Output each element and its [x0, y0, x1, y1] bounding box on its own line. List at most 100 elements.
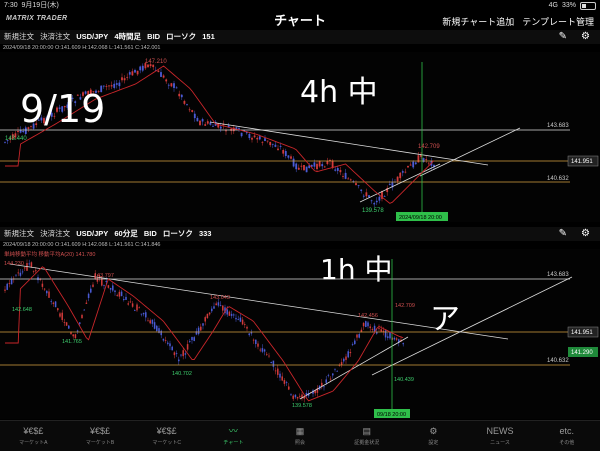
chart2-legend: 単純移動平均 移動平均A(20) 141.780 — [4, 250, 95, 258]
chart2-handwriting-note: 1h 中 — [320, 253, 392, 286]
chart2-new-order-button[interactable]: 新規注文 — [4, 229, 34, 238]
candle-body — [336, 370, 338, 372]
candle-body — [167, 84, 170, 86]
candle-body — [219, 126, 222, 129]
candle-body — [65, 322, 68, 326]
chart1-side-select[interactable]: BID — [147, 32, 160, 41]
candle-body — [199, 120, 201, 126]
tab-market-a[interactable]: ¥€$£ マーケットA — [0, 421, 67, 451]
candle-body — [326, 161, 329, 165]
gear-icon: ⚙ — [429, 426, 438, 436]
candle-body — [396, 176, 399, 182]
candle-body — [388, 183, 391, 185]
candle-body — [268, 355, 270, 357]
chart1-label-high: 147.210 — [145, 59, 167, 65]
chart1-canvas[interactable]: 9/19 4h 中 143.440 147.210 142.709 139.57… — [0, 52, 600, 222]
chart1-period-select[interactable]: 4時間足 — [114, 32, 141, 41]
candle-body — [134, 69, 136, 73]
candle-body — [266, 353, 268, 355]
tab-label: 設定 — [428, 440, 439, 446]
tab-news[interactable]: NEWS ニュース — [467, 421, 534, 451]
candle-body — [258, 136, 261, 140]
candle-body — [294, 394, 297, 398]
candle-body — [112, 285, 114, 291]
candle-body — [136, 304, 138, 311]
candle-body — [263, 349, 266, 352]
candle-body — [375, 200, 378, 203]
chart2-settle-order-button[interactable]: 決済注文 — [40, 229, 70, 238]
candle-body — [57, 308, 59, 311]
tab-inquiry[interactable]: ▦ 照会 — [267, 421, 334, 451]
chart2-pair-select[interactable]: USD/JPY — [76, 229, 108, 238]
candle-body — [347, 351, 349, 358]
template-button[interactable]: テンプレート管理 — [522, 15, 594, 28]
candle-body — [362, 195, 365, 197]
chart1-label-low: 139.578 — [362, 208, 384, 214]
candle-body — [290, 156, 292, 159]
chart2-side-select[interactable]: BID — [144, 229, 157, 238]
candle-body — [272, 360, 275, 367]
candle-body — [283, 380, 286, 384]
tab-market-b[interactable]: ¥€$£ マーケットB — [67, 421, 134, 451]
status-bar: 7:30 9月19日(木) 4G 33% — [0, 0, 600, 12]
candle-body — [217, 123, 220, 128]
candle-body — [257, 343, 259, 347]
candle-body — [225, 130, 227, 132]
candle-body — [191, 337, 193, 341]
chart2-type-select[interactable]: ローソク — [163, 229, 193, 238]
candle-body — [184, 353, 187, 355]
candle-body — [50, 300, 52, 302]
chart1-type-select[interactable]: ローソク — [166, 32, 196, 41]
candle-body — [85, 302, 88, 304]
candle-body — [321, 382, 323, 387]
candle-body — [208, 312, 211, 315]
candle-body — [380, 329, 382, 332]
bottom-tab-bar: ¥€$£ マーケットA ¥€$£ マーケットB ¥€$£ マーケットC 〰チャート ▦… — [0, 420, 600, 451]
chart2-label-h1: 143.797 — [94, 273, 114, 279]
candle-body — [160, 72, 162, 77]
chart1-settle-order-button[interactable]: 決済注文 — [40, 32, 70, 41]
chart2-count[interactable]: 333 — [199, 229, 212, 238]
candle-body — [200, 326, 202, 331]
chart1-count[interactable]: 151 — [202, 32, 215, 41]
candle-body — [279, 373, 281, 378]
candle-body — [188, 109, 191, 111]
chart1-trendline-1 — [209, 121, 489, 166]
chart2-label-l4: 140.439 — [394, 377, 414, 383]
candle-body — [8, 283, 11, 284]
tab-market-c[interactable]: ¥€$£ マーケットC — [133, 421, 200, 451]
candle-body — [114, 290, 116, 293]
candle-body — [52, 302, 55, 304]
chart2-label-top: 144.230 — [4, 261, 24, 267]
candle-body — [323, 386, 325, 388]
chart1-gear-icon[interactable]: ⚙ — [581, 30, 590, 44]
candle-body — [138, 307, 140, 309]
chart1-pair-select[interactable]: USD/JPY — [76, 32, 108, 41]
candle-body — [153, 322, 156, 329]
candle-body — [371, 329, 374, 330]
candle-body — [35, 270, 37, 272]
chart1-pencil-icon[interactable]: ✎ — [559, 30, 567, 44]
chart1-new-order-button[interactable]: 新規注文 — [4, 32, 34, 41]
candle-body — [79, 322, 81, 324]
chart2-canvas[interactable]: 単純移動平均 移動平均A(20) 141.780 1h 中 ア 144.230 … — [0, 249, 600, 419]
chart2-pencil-icon[interactable]: ✎ — [559, 227, 567, 241]
tab-margin[interactable]: ▤ 証拠金状況 — [333, 421, 400, 451]
chart2-period-select[interactable]: 60分足 — [114, 229, 137, 238]
candle-body — [271, 143, 274, 145]
candle-body — [178, 359, 180, 362]
candle-body — [118, 82, 121, 87]
tab-other[interactable]: etc. その他 — [533, 421, 600, 451]
candle-body — [191, 110, 194, 112]
add-chart-button[interactable]: 新規チャート追加 — [442, 15, 514, 28]
chart2-price-4: 140.632 — [547, 358, 569, 364]
tab-chart[interactable]: 〰チャート — [200, 421, 267, 451]
tab-settings[interactable]: ⚙ 設定 — [400, 421, 467, 451]
candle-body — [285, 381, 288, 383]
chart2-gear-icon[interactable]: ⚙ — [581, 227, 590, 241]
signal-text: 4G — [548, 2, 558, 9]
candle-body — [157, 70, 160, 73]
candle-body — [248, 333, 250, 336]
candle-body — [287, 155, 290, 158]
candle-body — [175, 87, 178, 89]
